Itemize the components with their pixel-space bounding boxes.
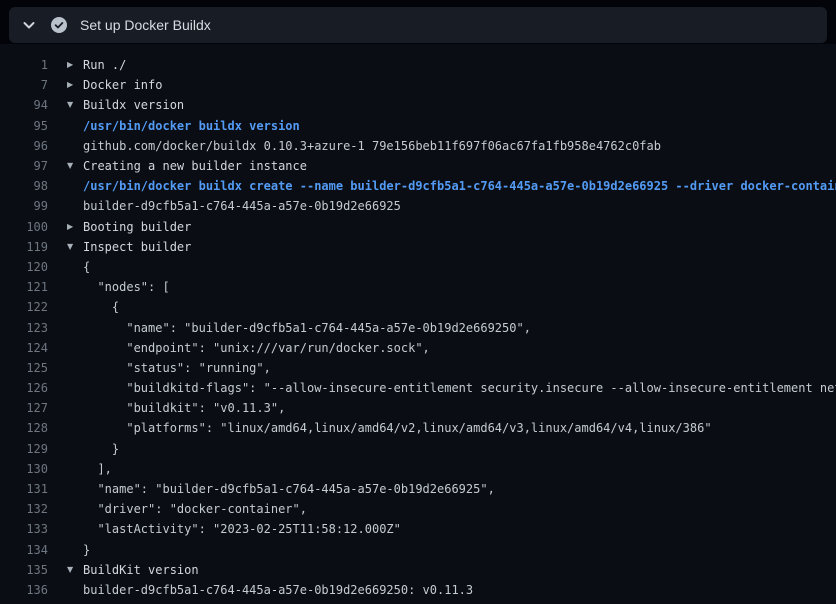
line-number[interactable]: 135 — [0, 563, 48, 577]
log-line: 99 builder-d9cfb5a1-c764-445a-a57e-0b19d2… — [0, 196, 836, 216]
log-line: 126 "buildkitd-flags": "--allow-insecure… — [0, 378, 836, 398]
log-line: 120 { — [0, 257, 836, 277]
line-number[interactable]: 98 — [0, 179, 48, 193]
group-title: BuildKit version — [83, 563, 199, 577]
log-line: 128 "platforms": "linux/amd64,linux/amd6… — [0, 418, 836, 438]
line-number[interactable]: 128 — [0, 421, 48, 435]
log-text: "buildkit": "v0.11.3", — [83, 401, 285, 415]
log-text: "buildkitd-flags": "--allow-insecure-ent… — [83, 381, 836, 395]
log-line: 123 "name": "builder-d9cfb5a1-c764-445a-… — [0, 317, 836, 337]
line-number[interactable]: 95 — [0, 119, 48, 133]
log-line: 127 "buildkit": "v0.11.3", — [0, 398, 836, 418]
line-number[interactable]: 99 — [0, 199, 48, 213]
log-text: { — [83, 300, 119, 314]
line-number[interactable]: 1 — [0, 58, 48, 72]
log-group-line[interactable]: 135▼BuildKit version — [0, 560, 836, 580]
log-text: github.com/docker/buildx 0.10.3+azure-1 … — [83, 139, 661, 153]
log-line: 129 } — [0, 439, 836, 459]
line-number[interactable]: 126 — [0, 381, 48, 395]
log-text: "status": "running", — [83, 361, 271, 375]
step-header[interactable]: Set up Docker Buildx — [9, 7, 827, 43]
log-text: "endpoint": "unix:///var/run/docker.sock… — [83, 341, 430, 355]
log-line: 122 { — [0, 297, 836, 317]
chevron-right-icon[interactable]: ▶ — [48, 75, 83, 95]
chevron-down-icon[interactable]: ▼ — [48, 237, 83, 257]
log-line: 130 ], — [0, 459, 836, 479]
log-text: builder-d9cfb5a1-c764-445a-a57e-0b19d2e6… — [83, 199, 401, 213]
log-line: 121 "nodes": [ — [0, 277, 836, 297]
log-group-line[interactable]: 94▼Buildx version — [0, 95, 836, 115]
log-line: 131 "name": "builder-d9cfb5a1-c764-445a-… — [0, 479, 836, 499]
chevron-down-icon[interactable]: ▼ — [48, 95, 83, 115]
check-circle-icon — [51, 17, 67, 33]
log-line: 134} — [0, 540, 836, 560]
log-text: "name": "builder-d9cfb5a1-c764-445a-a57e… — [83, 482, 495, 496]
log-line: 124 "endpoint": "unix:///var/run/docker.… — [0, 338, 836, 358]
log-line: 133 "lastActivity": "2023-02-25T11:58:12… — [0, 519, 836, 539]
line-number[interactable]: 100 — [0, 220, 48, 234]
log-line: 125 "status": "running", — [0, 358, 836, 378]
log-text: } — [83, 543, 90, 557]
log-line: 98/usr/bin/docker buildx create --name b… — [0, 176, 836, 196]
line-number[interactable]: 7 — [0, 78, 48, 92]
log-lines: 1▶Run ./7▶Docker info94▼Buildx version95… — [0, 55, 836, 600]
line-number[interactable]: 120 — [0, 260, 48, 274]
group-title: Creating a new builder instance — [83, 159, 307, 173]
log-text: "driver": "docker-container", — [83, 502, 307, 516]
log-group-line[interactable]: 97▼Creating a new builder instance — [0, 156, 836, 176]
command-text: /usr/bin/docker buildx create --name bui… — [83, 179, 836, 193]
chevron-down-icon[interactable]: ▼ — [48, 560, 83, 580]
log-group-line[interactable]: 119▼Inspect builder — [0, 237, 836, 257]
line-number[interactable]: 123 — [0, 321, 48, 335]
line-number[interactable]: 121 — [0, 280, 48, 294]
group-title: Booting builder — [83, 220, 191, 234]
line-number[interactable]: 133 — [0, 522, 48, 536]
line-number[interactable]: 94 — [0, 98, 48, 112]
line-number[interactable]: 97 — [0, 159, 48, 173]
line-number[interactable]: 136 — [0, 583, 48, 597]
command-text: /usr/bin/docker buildx version — [83, 119, 300, 133]
line-number[interactable]: 124 — [0, 341, 48, 355]
log-text: "name": "builder-d9cfb5a1-c764-445a-a57e… — [83, 321, 531, 335]
group-title: Inspect builder — [83, 240, 191, 254]
line-number[interactable]: 127 — [0, 401, 48, 415]
log-line: 95/usr/bin/docker buildx version — [0, 116, 836, 136]
log-area: 1▶Run ./7▶Docker info94▼Buildx version95… — [0, 44, 836, 604]
log-line: 136 builder-d9cfb5a1-c764-445a-a57e-0b19d… — [0, 580, 836, 600]
chevron-right-icon[interactable]: ▶ — [48, 217, 83, 237]
line-number[interactable]: 119 — [0, 240, 48, 254]
log-line: 132 "driver": "docker-container", — [0, 499, 836, 519]
log-text: "nodes": [ — [83, 280, 170, 294]
line-number[interactable]: 129 — [0, 442, 48, 456]
log-text: ], — [83, 462, 112, 476]
chevron-right-icon[interactable]: ▶ — [48, 55, 83, 75]
line-number[interactable]: 125 — [0, 361, 48, 375]
line-number[interactable]: 134 — [0, 543, 48, 557]
line-number[interactable]: 131 — [0, 482, 48, 496]
group-title: Buildx version — [83, 98, 184, 112]
chevron-down-icon[interactable]: ▼ — [48, 156, 83, 176]
line-number[interactable]: 96 — [0, 139, 48, 153]
log-group-line[interactable]: 7▶Docker info — [0, 75, 836, 95]
log-text: "lastActivity": "2023-02-25T11:58:12.000… — [83, 522, 401, 536]
log-line: 96 github.com/docker/buildx 0.10.3+azure-… — [0, 136, 836, 156]
line-number[interactable]: 122 — [0, 300, 48, 314]
log-text: } — [83, 442, 119, 456]
line-number[interactable]: 130 — [0, 462, 48, 476]
line-number[interactable]: 132 — [0, 502, 48, 516]
log-group-line[interactable]: 100▶Booting builder — [0, 217, 836, 237]
step-title: Set up Docker Buildx — [80, 17, 211, 33]
log-text: { — [83, 260, 90, 274]
group-title: Run ./ — [83, 58, 126, 72]
log-group-line[interactable]: 1▶Run ./ — [0, 55, 836, 75]
log-text: "platforms": "linux/amd64,linux/amd64/v2… — [83, 421, 712, 435]
log-text: builder-d9cfb5a1-c764-445a-a57e-0b19d2e6… — [83, 583, 473, 597]
chevron-down-icon[interactable] — [21, 17, 37, 33]
group-title: Docker info — [83, 78, 162, 92]
